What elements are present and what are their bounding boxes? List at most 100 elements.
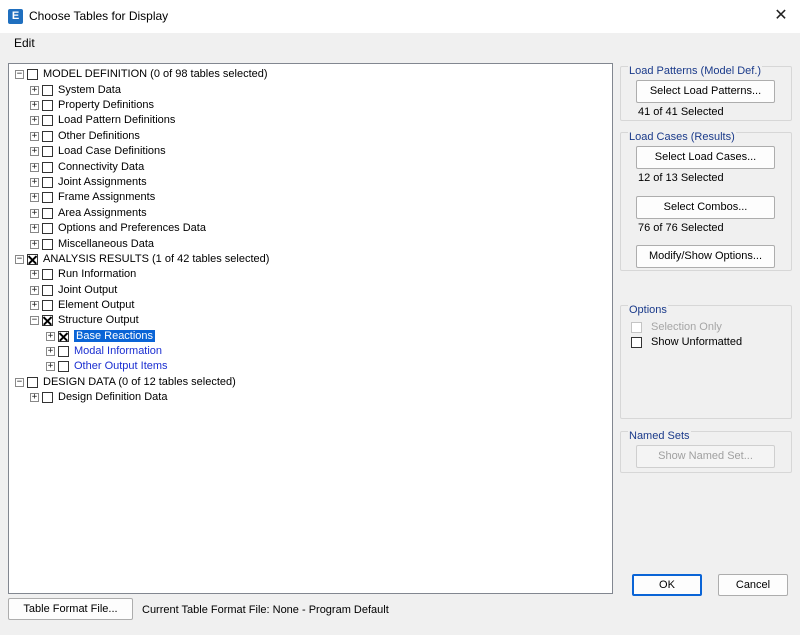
tree-node-property-definitions[interactable]: + Property Definitions — [30, 97, 154, 113]
tree-node-design-data[interactable]: − DESIGN DATA (0 of 12 tables selected) — [15, 374, 236, 390]
checkbox[interactable] — [42, 84, 53, 96]
group-title: Named Sets — [628, 430, 691, 442]
tree-label: Load Case Definitions — [58, 145, 166, 157]
tree-node-model-definition[interactable]: − MODEL DEFINITION (0 of 98 tables selec… — [15, 66, 268, 82]
collapse-icon[interactable]: − — [15, 69, 24, 79]
checkbox[interactable] — [27, 68, 38, 80]
select-load-patterns-button[interactable]: Select Load Patterns... — [636, 80, 775, 103]
expand-icon[interactable]: + — [30, 392, 39, 402]
checkbox[interactable] — [42, 284, 53, 296]
tree-node-options-preferences[interactable]: + Options and Preferences Data — [30, 220, 206, 236]
checkbox[interactable] — [42, 222, 53, 234]
tree-node-system-data[interactable]: + System Data — [30, 82, 121, 98]
collapse-icon[interactable]: − — [15, 254, 24, 264]
checkbox[interactable] — [42, 145, 53, 157]
expand-icon[interactable]: + — [30, 85, 39, 95]
expand-icon[interactable]: + — [46, 346, 55, 356]
checkbox[interactable] — [42, 176, 53, 188]
show-unformatted-checkbox[interactable] — [631, 336, 642, 348]
tree-label: Joint Assignments — [58, 176, 147, 188]
show-unformatted-option[interactable]: Show Unformatted — [631, 336, 742, 348]
select-load-cases-button[interactable]: Select Load Cases... — [636, 146, 775, 169]
close-button[interactable]: ✕ — [768, 4, 794, 28]
tree-label: ANALYSIS RESULTS (1 of 42 tables selecte… — [43, 253, 270, 265]
expand-icon[interactable]: + — [30, 162, 39, 172]
tree-node-load-pattern-definitions[interactable]: + Load Pattern Definitions — [30, 112, 175, 128]
expand-icon[interactable]: + — [30, 100, 39, 110]
checkbox[interactable] — [42, 114, 53, 126]
tree-label: Other Definitions — [58, 130, 140, 142]
checkbox[interactable] — [42, 161, 53, 173]
load-cases-group: Load Cases (Results) Select Load Cases..… — [620, 131, 792, 271]
menu-bar: Edit — [0, 33, 800, 53]
select-combos-button[interactable]: Select Combos... — [636, 196, 775, 219]
tree-label: Structure Output — [58, 314, 139, 326]
checkbox[interactable] — [42, 191, 53, 203]
expand-icon[interactable]: + — [30, 115, 39, 125]
checkbox[interactable] — [27, 253, 38, 265]
tree-node-other-definitions[interactable]: + Other Definitions — [30, 128, 140, 144]
selection-only-option[interactable]: Selection Only — [631, 321, 722, 333]
tree-node-load-case-definitions[interactable]: + Load Case Definitions — [30, 143, 166, 159]
checkbox[interactable] — [42, 207, 53, 219]
checkbox[interactable] — [58, 360, 69, 372]
checkbox[interactable] — [27, 376, 38, 388]
show-unformatted-label: Show Unformatted — [651, 336, 743, 348]
expand-icon[interactable]: + — [30, 177, 39, 187]
tree-node-design-definition-data[interactable]: + Design Definition Data — [30, 389, 167, 405]
checkbox[interactable] — [42, 268, 53, 280]
tree-node-frame-assignments[interactable]: + Frame Assignments — [30, 189, 155, 205]
tree-node-modal-information[interactable]: + Modal Information — [46, 343, 162, 359]
checkbox[interactable] — [42, 299, 53, 311]
show-named-set-button[interactable]: Show Named Set... — [636, 445, 775, 468]
checkbox[interactable] — [58, 345, 69, 357]
checkbox[interactable] — [42, 238, 53, 250]
expand-icon[interactable]: + — [30, 146, 39, 156]
current-table-format-label: Current Table Format File: None - Progra… — [142, 604, 389, 616]
tree-label: Other Output Items — [74, 360, 168, 372]
tree-node-area-assignments[interactable]: + Area Assignments — [30, 205, 147, 221]
named-sets-group: Named Sets Show Named Set... — [620, 430, 792, 473]
expand-icon[interactable]: + — [30, 239, 39, 249]
ok-button[interactable]: OK — [632, 574, 702, 596]
checkbox[interactable] — [42, 99, 53, 111]
checkbox[interactable] — [42, 314, 53, 326]
tree-label: Design Definition Data — [58, 391, 168, 403]
tree-label: System Data — [58, 84, 121, 96]
tree-node-base-reactions[interactable]: + Base Reactions — [46, 328, 157, 344]
selection-only-checkbox[interactable] — [631, 321, 642, 333]
collapse-icon[interactable]: − — [30, 315, 39, 325]
expand-icon[interactable]: + — [30, 131, 39, 141]
tree-node-connectivity-data[interactable]: + Connectivity Data — [30, 159, 144, 175]
tree-label: Load Pattern Definitions — [58, 114, 176, 126]
expand-icon[interactable]: + — [30, 208, 39, 218]
tree-node-structure-output[interactable]: − Structure Output — [30, 312, 139, 328]
collapse-icon[interactable]: − — [15, 377, 24, 387]
cancel-button[interactable]: Cancel — [718, 574, 788, 596]
tree-node-joint-output[interactable]: + Joint Output — [30, 282, 117, 298]
tables-tree[interactable]: − MODEL DEFINITION (0 of 98 tables selec… — [8, 63, 613, 594]
tree-label: Connectivity Data — [58, 161, 145, 173]
expand-icon[interactable]: + — [46, 361, 55, 371]
tree-node-other-output-items[interactable]: + Other Output Items — [46, 358, 168, 374]
tree-node-element-output[interactable]: + Element Output — [30, 297, 134, 313]
tree-node-misc-data[interactable]: + Miscellaneous Data — [30, 236, 154, 252]
checkbox[interactable] — [58, 330, 69, 342]
expand-icon[interactable]: + — [30, 285, 39, 295]
menu-edit[interactable]: Edit — [14, 36, 35, 50]
tree-node-run-information[interactable]: + Run Information — [30, 266, 136, 282]
expand-icon[interactable]: + — [30, 192, 39, 202]
expand-icon[interactable]: + — [30, 300, 39, 310]
expand-icon[interactable]: + — [46, 331, 55, 341]
expand-icon[interactable]: + — [30, 223, 39, 233]
tree-label: Area Assignments — [58, 207, 147, 219]
tree-label: Base Reactions — [72, 329, 157, 343]
checkbox[interactable] — [42, 130, 53, 142]
tree-node-analysis-results[interactable]: − ANALYSIS RESULTS (1 of 42 tables selec… — [15, 251, 269, 267]
modify-show-options-button[interactable]: Modify/Show Options... — [636, 245, 775, 268]
tree-node-joint-assignments[interactable]: + Joint Assignments — [30, 174, 147, 190]
tree-label: MODEL DEFINITION (0 of 98 tables selecte… — [43, 68, 268, 80]
expand-icon[interactable]: + — [30, 269, 39, 279]
table-format-file-button[interactable]: Table Format File... — [8, 598, 133, 620]
checkbox[interactable] — [42, 391, 53, 403]
